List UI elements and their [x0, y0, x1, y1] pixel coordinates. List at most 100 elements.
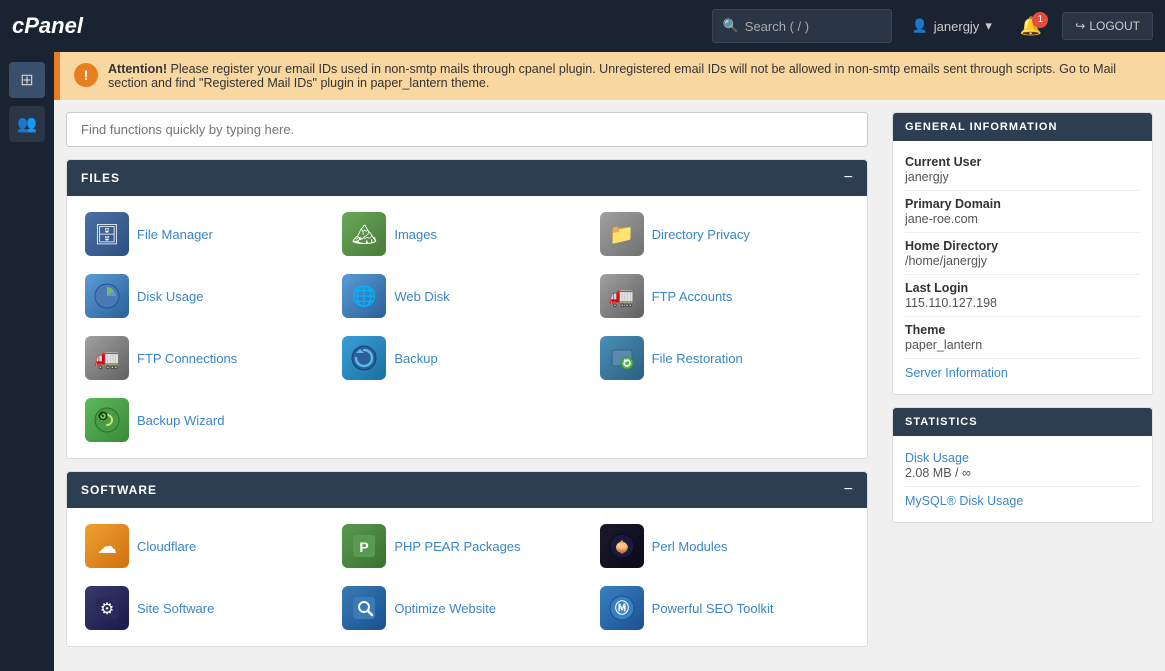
optimize-website-icon — [342, 586, 386, 630]
alert-banner: ! Attention! Please register your email … — [54, 52, 1165, 100]
general-info-box: GENERAL INFORMATION Current User janergj… — [892, 112, 1153, 395]
last-login-label: Last Login — [905, 281, 1140, 295]
statistics-body: Disk Usage 2.08 MB / ∞ MySQL® Disk Usage — [893, 436, 1152, 522]
list-item[interactable]: 🏔 Images — [338, 206, 595, 262]
file-restoration-icon — [600, 336, 644, 380]
sidebar: ⊞ 👥 — [0, 52, 54, 671]
list-item[interactable]: 🗄 File Manager — [81, 206, 338, 262]
ftp-accounts-icon: 🚛 — [600, 274, 644, 318]
disk-usage-icon — [85, 274, 129, 318]
backup-icon — [342, 336, 386, 380]
software-section-title: SOFTWARE — [81, 483, 157, 497]
list-item[interactable]: Ⓜ Powerful SEO Toolkit — [596, 580, 853, 636]
svg-text:🧅: 🧅 — [614, 539, 629, 554]
server-info-row: Server Information — [905, 359, 1140, 386]
search-placeholder: Search ( / ) — [745, 19, 809, 34]
brand-logo: cPanel — [12, 13, 83, 39]
images-link[interactable]: Images — [394, 227, 437, 242]
sidebar-users-icon[interactable]: 👥 — [9, 106, 45, 142]
general-info-body: Current User janergjy Primary Domain jan… — [893, 141, 1152, 394]
backup-wizard-icon — [85, 398, 129, 442]
alert-text: Attention! Please register your email ID… — [108, 62, 1151, 90]
last-login-row: Last Login 115.110.127.198 — [905, 275, 1140, 317]
statistics-header: STATISTICS — [893, 408, 1152, 436]
logout-icon: ↪ — [1075, 19, 1085, 33]
last-login-value: 115.110.127.198 — [905, 296, 1140, 310]
list-item[interactable]: 🧅 Perl Modules — [596, 518, 853, 574]
alert-bold: Attention! — [108, 62, 167, 76]
primary-domain-label: Primary Domain — [905, 197, 1140, 211]
logout-button[interactable]: ↪ LOGOUT — [1062, 12, 1153, 40]
software-collapse-button[interactable]: − — [844, 481, 853, 499]
web-disk-link[interactable]: Web Disk — [394, 289, 449, 304]
layout: ⊞ 👥 ! Attention! Please register your em… — [0, 52, 1165, 671]
backup-link[interactable]: Backup — [394, 351, 437, 366]
list-item[interactable]: 🚛 FTP Connections — [81, 330, 338, 386]
primary-domain-row: Primary Domain jane-roe.com — [905, 191, 1140, 233]
chevron-down-icon: ▾ — [985, 18, 992, 34]
home-directory-label: Home Directory — [905, 239, 1140, 253]
list-item[interactable]: P PHP PEAR Packages — [338, 518, 595, 574]
notifications-bell[interactable]: 🔔 1 — [1012, 16, 1050, 37]
file-manager-link[interactable]: File Manager — [137, 227, 213, 242]
list-item[interactable]: ☁ Cloudflare — [81, 518, 338, 574]
images-icon: 🏔 — [342, 212, 386, 256]
home-directory-row: Home Directory /home/janergjy — [905, 233, 1140, 275]
mysql-disk-row: MySQL® Disk Usage — [905, 487, 1140, 514]
list-item[interactable]: Disk Usage — [81, 268, 338, 324]
php-pear-icon: P — [342, 524, 386, 568]
directory-privacy-icon: 📁 — [600, 212, 644, 256]
theme-label: Theme — [905, 323, 1140, 337]
user-icon: 👤 — [912, 18, 928, 34]
main-panel: FILES − 🗄 File Manager 🏔 Images — [54, 100, 880, 671]
cloudflare-icon: ☁ — [85, 524, 129, 568]
cloudflare-link[interactable]: Cloudflare — [137, 539, 196, 554]
list-item[interactable]: 🌐 Web Disk — [338, 268, 595, 324]
notification-badge: 1 — [1032, 12, 1048, 28]
disk-usage-stat-value: 2.08 MB / ∞ — [905, 466, 1140, 480]
list-item[interactable]: ⚙ Site Software — [81, 580, 338, 636]
sidebar-grid-icon[interactable]: ⊞ — [9, 62, 45, 98]
site-software-icon: ⚙ — [85, 586, 129, 630]
main-content: ! Attention! Please register your email … — [54, 52, 1165, 671]
backup-wizard-link[interactable]: Backup Wizard — [137, 413, 224, 428]
file-restoration-link[interactable]: File Restoration — [652, 351, 743, 366]
theme-row: Theme paper_lantern — [905, 317, 1140, 359]
list-item[interactable]: 🚛 FTP Accounts — [596, 268, 853, 324]
statistics-box: STATISTICS Disk Usage 2.08 MB / ∞ MySQL®… — [892, 407, 1153, 523]
software-section-header: SOFTWARE − — [67, 472, 867, 508]
ftp-accounts-link[interactable]: FTP Accounts — [652, 289, 733, 304]
disk-usage-link[interactable]: Disk Usage — [137, 289, 203, 304]
svg-text:Ⓜ: Ⓜ — [615, 600, 629, 616]
php-pear-link[interactable]: PHP PEAR Packages — [394, 539, 520, 554]
site-software-link[interactable]: Site Software — [137, 601, 214, 616]
function-search-input[interactable] — [66, 112, 868, 147]
list-item[interactable]: File Restoration — [596, 330, 853, 386]
user-menu[interactable]: 👤 janergjy ▾ — [904, 18, 1000, 34]
software-section: SOFTWARE − ☁ Cloudflare P PHP PEAR Pac — [66, 471, 868, 647]
server-information-link[interactable]: Server Information — [905, 366, 1008, 380]
search-bar[interactable]: 🔍 Search ( / ) — [712, 9, 892, 43]
perl-modules-icon: 🧅 — [600, 524, 644, 568]
list-item[interactable]: Optimize Website — [338, 580, 595, 636]
directory-privacy-link[interactable]: Directory Privacy — [652, 227, 750, 242]
mysql-disk-link[interactable]: MySQL® Disk Usage — [905, 494, 1023, 508]
list-item[interactable]: 📁 Directory Privacy — [596, 206, 853, 262]
list-item[interactable]: Backup Wizard — [81, 392, 338, 448]
current-user-value: janergjy — [905, 170, 1140, 184]
seo-toolkit-link[interactable]: Powerful SEO Toolkit — [652, 601, 774, 616]
alert-icon: ! — [74, 63, 98, 87]
list-item[interactable]: Backup — [338, 330, 595, 386]
search-icon: 🔍 — [723, 18, 739, 34]
content-area: FILES − 🗄 File Manager 🏔 Images — [54, 100, 1165, 671]
disk-usage-stat-row: Disk Usage 2.08 MB / ∞ — [905, 444, 1140, 487]
logout-label: LOGOUT — [1089, 19, 1140, 33]
files-section-header: FILES − — [67, 160, 867, 196]
optimize-website-link[interactable]: Optimize Website — [394, 601, 496, 616]
perl-modules-link[interactable]: Perl Modules — [652, 539, 728, 554]
svg-text:P: P — [360, 539, 369, 555]
current-user-row: Current User janergjy — [905, 149, 1140, 191]
files-collapse-button[interactable]: − — [844, 169, 853, 187]
ftp-connections-link[interactable]: FTP Connections — [137, 351, 237, 366]
disk-usage-stat-link[interactable]: Disk Usage — [905, 451, 969, 465]
